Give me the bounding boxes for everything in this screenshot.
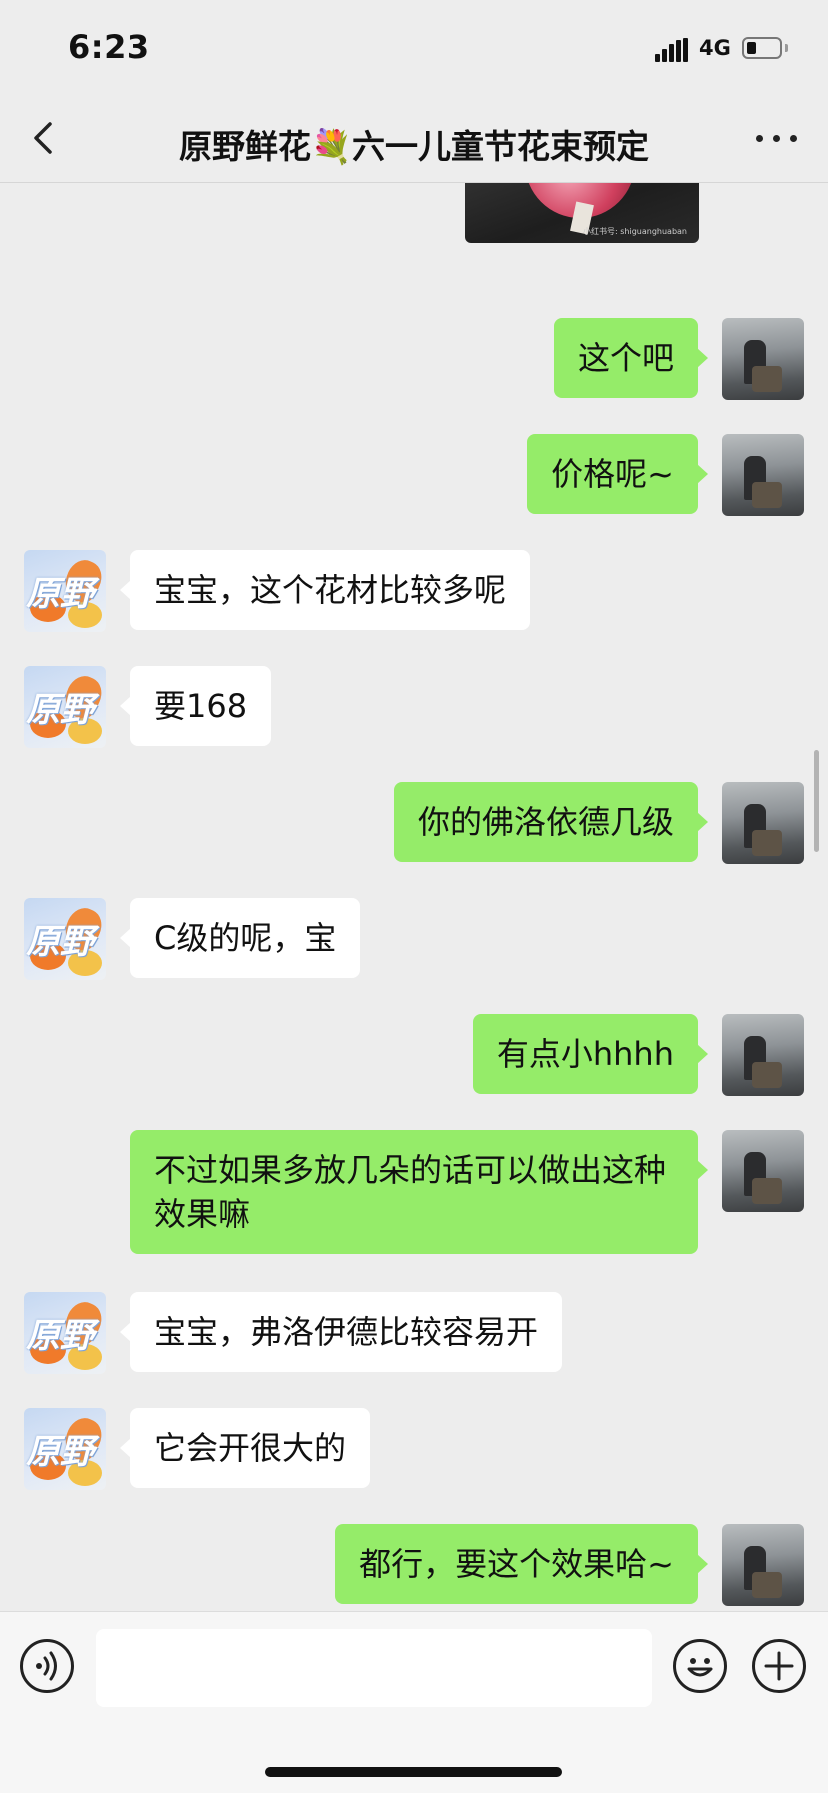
voice-icon[interactable] bbox=[20, 1639, 74, 1693]
user-avatar[interactable] bbox=[722, 318, 804, 400]
back-icon[interactable] bbox=[24, 116, 68, 160]
message-bubble-in[interactable]: 它会开很大的 bbox=[119, 1408, 371, 1488]
signal-icon bbox=[655, 38, 689, 62]
user-avatar[interactable] bbox=[722, 1130, 804, 1212]
chat-area[interactable]: 小红书号: shiguanghuaban 这个吧 价格呢~ 原野 宝宝，这个花材… bbox=[0, 183, 828, 1611]
image-watermark: 小红书号: shiguanghuaban bbox=[583, 227, 687, 236]
avatar-logo-text: 原野 bbox=[26, 1316, 94, 1356]
avatar-logo-text: 原野 bbox=[26, 690, 94, 730]
message-bubble-in[interactable]: C级的呢，宝 bbox=[119, 898, 361, 978]
message-bubble-out[interactable]: 价格呢~ bbox=[527, 434, 708, 514]
message-bubble-out[interactable]: 你的佛洛依德几级 bbox=[393, 782, 709, 862]
message-bubble-in[interactable]: 宝宝，弗洛伊德比较容易开 bbox=[119, 1292, 563, 1372]
shop-avatar[interactable]: 原野 bbox=[24, 1408, 106, 1490]
shop-avatar[interactable]: 原野 bbox=[24, 898, 106, 980]
message-bubble-in[interactable]: 要168 bbox=[119, 666, 272, 746]
more-icon[interactable] bbox=[756, 125, 800, 155]
avatar-logo-text: 原野 bbox=[26, 1432, 94, 1472]
user-avatar[interactable] bbox=[722, 782, 804, 864]
shop-avatar[interactable]: 原野 bbox=[24, 550, 106, 632]
message-bubble-out[interactable]: 有点小hhhh bbox=[472, 1014, 709, 1094]
message-bubble-in[interactable]: 宝宝，这个花材比较多呢 bbox=[119, 550, 531, 630]
shop-avatar[interactable]: 原野 bbox=[24, 666, 106, 748]
input-bar bbox=[0, 1611, 828, 1793]
avatar-logo-text: 原野 bbox=[26, 922, 94, 962]
home-indicator[interactable] bbox=[265, 1767, 562, 1777]
status-bar: 6:23 4G bbox=[0, 0, 828, 100]
message-bubble-out[interactable]: 这个吧 bbox=[553, 318, 709, 398]
message-bubble-out[interactable]: 不过如果多放几朵的话可以做出这种效果嘛 bbox=[130, 1130, 708, 1254]
user-avatar[interactable] bbox=[722, 1524, 804, 1606]
emoji-icon[interactable] bbox=[673, 1639, 727, 1693]
message-bubble-out[interactable]: 都行，要这个效果哈~ bbox=[335, 1524, 708, 1604]
message-input[interactable] bbox=[96, 1629, 652, 1707]
avatar-logo-text: 原野 bbox=[26, 574, 94, 614]
network-type: 4G bbox=[699, 36, 731, 60]
battery-icon bbox=[742, 37, 782, 59]
nav-bar: 原野鲜花💐六一儿童节花束预定 bbox=[0, 100, 828, 183]
battery-tip bbox=[785, 44, 788, 52]
user-avatar[interactable] bbox=[722, 1014, 804, 1096]
shop-avatar[interactable]: 原野 bbox=[24, 1292, 106, 1374]
scrollbar[interactable] bbox=[814, 750, 819, 852]
photo-message[interactable]: 小红书号: shiguanghuaban bbox=[465, 183, 699, 243]
user-avatar[interactable] bbox=[722, 434, 804, 516]
status-time: 6:23 bbox=[68, 28, 150, 66]
plus-icon[interactable] bbox=[752, 1639, 806, 1693]
chat-title: 原野鲜花💐六一儿童节花束预定 bbox=[178, 127, 650, 166]
